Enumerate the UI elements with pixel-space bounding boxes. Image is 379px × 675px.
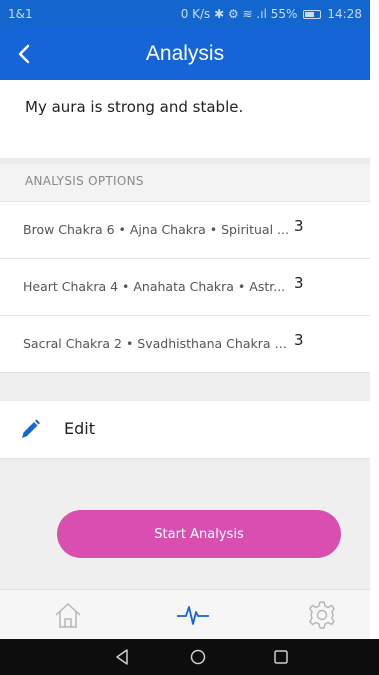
clock: 14:28: [327, 7, 362, 21]
start-analysis-label: Start Analysis: [154, 526, 244, 542]
pencil-icon: [22, 419, 40, 438]
option-count: 3: [294, 274, 304, 292]
option-label: Sacral Chakra 2 • Svadhisthana Chakra •.…: [23, 336, 293, 351]
status-bar: 1&1 0 K/s ✱ ⚙ ≋ .ıl 55% 14:28: [0, 0, 370, 28]
aura-message-text: My aura is strong and stable.: [25, 98, 244, 116]
tab-bar: [0, 589, 370, 639]
action-area: Start Analysis: [0, 459, 370, 589]
triangle-back-icon: [116, 649, 128, 665]
option-label: Heart Chakra 4 • Anahata Chakra • Astr..…: [23, 279, 286, 294]
section-spacer: [0, 373, 370, 401]
app-frame: 1&1 0 K/s ✱ ⚙ ≋ .ıl 55% 14:28 Analysis M…: [0, 0, 379, 675]
settings-icon: [309, 601, 335, 629]
tab-settings[interactable]: [304, 598, 340, 632]
status-indicators: 0 K/s ✱ ⚙ ≋ .ıl 55% 14:28: [181, 7, 362, 21]
edit-row[interactable]: Edit: [0, 401, 370, 459]
option-row-brow-chakra[interactable]: Brow Chakra 6 • Ajna Chakra • Spiritual …: [0, 202, 370, 259]
pulse-icon: [177, 606, 209, 625]
system-nav-bar: [0, 639, 379, 675]
square-recents-icon: [274, 650, 288, 664]
app-bar: Analysis: [0, 28, 370, 80]
nav-recents-button[interactable]: [269, 645, 293, 669]
aura-message: My aura is strong and stable.: [0, 80, 370, 158]
option-row-heart-chakra[interactable]: Heart Chakra 4 • Anahata Chakra • Astr..…: [0, 259, 370, 316]
option-row-sacral-chakra[interactable]: Sacral Chakra 2 • Svadhisthana Chakra •.…: [0, 316, 370, 373]
battery-icon: [303, 9, 322, 19]
status-info: 0 K/s ✱ ⚙ ≋ .ıl 55%: [180, 7, 298, 21]
option-count: 3: [294, 331, 304, 349]
nav-home-button[interactable]: [186, 645, 210, 669]
tab-home[interactable]: [50, 598, 86, 632]
carrier-label: 1&1: [8, 7, 33, 21]
home-icon: [55, 603, 81, 628]
back-button[interactable]: [8, 38, 40, 70]
analysis-options-header: ANALYSIS OPTIONS: [0, 164, 370, 202]
circle-home-icon: [190, 649, 206, 665]
page-title: Analysis: [145, 42, 225, 65]
start-analysis-button[interactable]: Start Analysis: [57, 510, 341, 558]
nav-back-button[interactable]: [110, 645, 134, 669]
option-label: Brow Chakra 6 • Ajna Chakra • Spiritual …: [23, 222, 289, 237]
edit-label: Edit: [64, 419, 95, 438]
option-count: 3: [294, 217, 304, 235]
tab-analysis[interactable]: [175, 598, 211, 632]
chevron-left-icon: [18, 44, 30, 64]
